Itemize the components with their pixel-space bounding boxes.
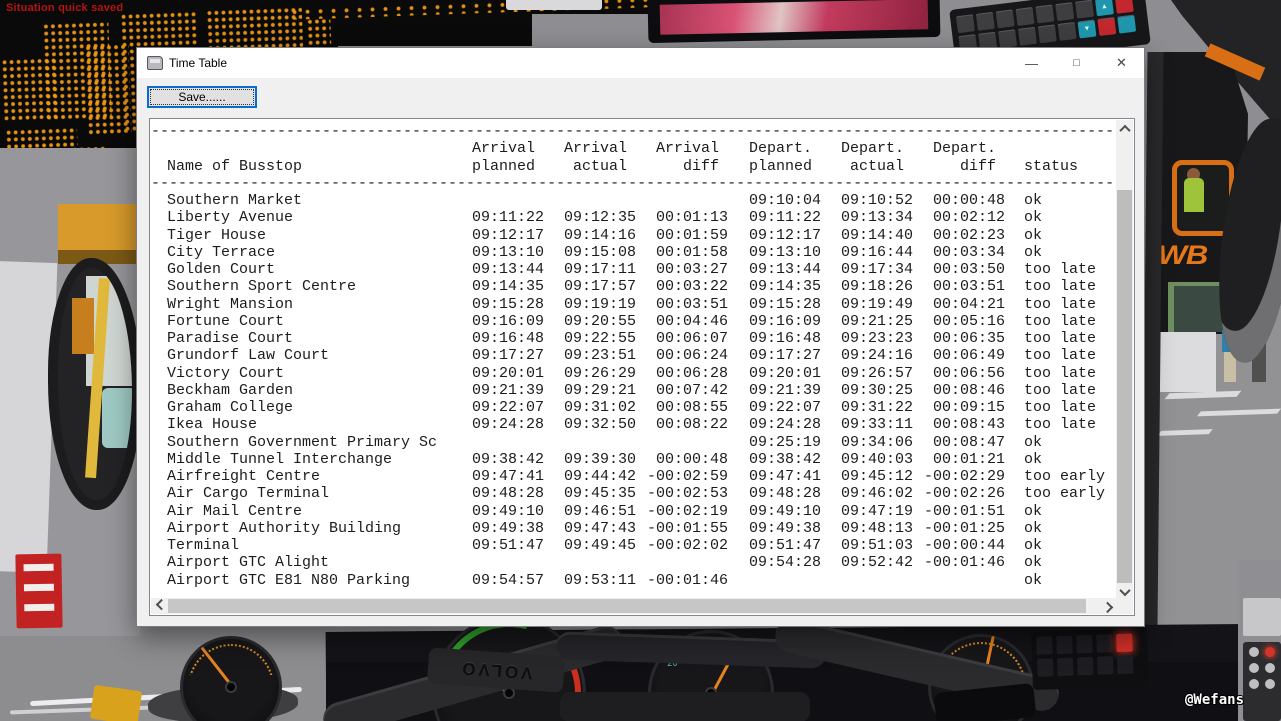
timetable-listbox[interactable]: ----------------------------------------… xyxy=(149,118,1135,616)
table-row: Airport GTC Alight 09:54:28 09:52:42 -00… xyxy=(167,554,1043,572)
warning-light-on xyxy=(1116,633,1133,653)
table-row: Southern Government Primary Sc 09:25:19 … xyxy=(167,433,1043,451)
table-row: Ikea House 09:24:28 09:32:50 00:08:22 09… xyxy=(167,416,1097,434)
driver-figure xyxy=(1184,178,1204,212)
keypad-key-red xyxy=(1097,17,1117,37)
warning-sticker xyxy=(15,553,63,629)
table-row: Air Cargo Terminal 09:48:28 09:45:35 -00… xyxy=(167,485,1106,503)
warning-light-panel xyxy=(1031,627,1149,691)
dash-display-edge xyxy=(506,0,602,10)
scroll-up-button[interactable] xyxy=(1116,120,1133,137)
horizontal-scrollbar-thumb[interactable] xyxy=(168,599,1086,613)
bus-body xyxy=(1160,332,1216,392)
table-row: Southern Market 09:10:04 09:10:52 00:00:… xyxy=(167,192,1043,209)
table-row: Airport GTC E81 N80 Parking 09:54:57 09:… xyxy=(167,571,1043,589)
steering-wheel-hub xyxy=(560,692,810,721)
table-row: Southern Sport Centre 09:14:35 09:17:57 … xyxy=(167,278,1097,296)
table-row: Wright Mansion 09:15:28 09:19:19 00:03:5… xyxy=(167,295,1097,313)
minimize-button[interactable]: — xyxy=(1009,48,1054,78)
vertical-scrollbar[interactable] xyxy=(1116,120,1133,600)
save-button[interactable]: Save...... xyxy=(147,86,257,108)
table-row: Middle Tunnel Interchange 09:38:42 09:39… xyxy=(167,450,1043,468)
table-row: Grundorf Law Court 09:17:27 09:23:51 00:… xyxy=(167,347,1097,365)
table-header-row: Name of Busstop planned actual diff plan… xyxy=(167,157,1079,175)
bus-front-corner xyxy=(58,204,138,264)
table-row: Graham College 09:22:07 09:31:02 00:08:5… xyxy=(167,399,1097,416)
separator-line: ----------------------------------------… xyxy=(151,123,1117,140)
keypad-up-key: ▲ xyxy=(1094,0,1114,17)
keypad-down-key: ▼ xyxy=(1077,19,1097,39)
keypad-key-red xyxy=(1114,0,1134,14)
table-row: Tiger House 09:12:17 09:14:16 00:01:59 0… xyxy=(167,226,1043,244)
table-row: Beckham Garden 09:21:39 09:29:21 00:07:4… xyxy=(167,381,1097,399)
chevron-right-icon xyxy=(1101,601,1113,614)
watermark: @Wefans xyxy=(1185,692,1245,708)
scroll-right-button[interactable] xyxy=(1100,598,1117,614)
table-row: Airfreight Centre 09:47:41 09:44:42 -00:… xyxy=(167,468,1106,485)
scroll-left-button[interactable] xyxy=(151,598,168,614)
timetable-window-icon xyxy=(147,56,163,70)
horizontal-scrollbar[interactable] xyxy=(151,598,1117,614)
keypad-key-teal xyxy=(1117,14,1137,34)
interior-mirror xyxy=(48,258,142,510)
cab-monitor xyxy=(647,0,941,44)
table-row: City Terrace 09:13:10 09:15:08 00:01:58 … xyxy=(167,243,1043,261)
table-header-row: Arrival Arrival Arrival Depart. Depart. … xyxy=(471,140,996,158)
table-row: Air Mail Centre 09:49:10 09:46:51 -00:02… xyxy=(167,502,1043,520)
chevron-down-icon xyxy=(1118,584,1131,596)
quick-save-message: Situation quick saved xyxy=(6,2,124,14)
chevron-left-icon xyxy=(155,598,167,611)
console-red-button xyxy=(1265,647,1275,657)
side-console-display xyxy=(1243,598,1281,636)
window-title: Time Table xyxy=(169,56,228,70)
handrail xyxy=(89,684,143,721)
table-row: Liberty Avenue 09:11:22 09:12:35 00:01:1… xyxy=(167,209,1043,227)
table-row: Terminal 09:51:47 09:49:45 -00:02:02 09:… xyxy=(167,537,1043,554)
table-row: Golden Court 09:13:44 09:17:11 00:03:27 … xyxy=(167,261,1097,278)
maximize-button[interactable]: □ xyxy=(1054,48,1099,78)
side-console-buttons xyxy=(1243,642,1281,721)
timetable-content: ----------------------------------------… xyxy=(151,120,1117,601)
scrollbar-corner xyxy=(1116,598,1133,614)
close-button[interactable]: ✕ xyxy=(1099,48,1144,78)
table-row: Airport Authority Building 09:49:38 09:4… xyxy=(167,519,1043,537)
table-row: Victory Court 09:20:01 09:26:29 00:06:28… xyxy=(167,364,1097,382)
chevron-up-icon xyxy=(1118,124,1131,136)
timetable-window: Time Table — □ ✕ Save...... ------------… xyxy=(136,47,1145,627)
game-screen: Situation quick saved ▲ ▼ WB 20 VOLVO Ti… xyxy=(0,0,1281,721)
window-titlebar[interactable]: Time Table — □ ✕ xyxy=(137,48,1144,78)
table-row: Fortune Court 09:16:09 09:20:55 00:04:46… xyxy=(167,312,1097,330)
table-row: Paradise Court 09:16:48 09:22:55 00:06:0… xyxy=(167,330,1097,347)
vertical-scrollbar-thumb[interactable] xyxy=(1117,190,1132,583)
separator-line: ----------------------------------------… xyxy=(151,174,1117,192)
keypad-key xyxy=(956,14,975,34)
